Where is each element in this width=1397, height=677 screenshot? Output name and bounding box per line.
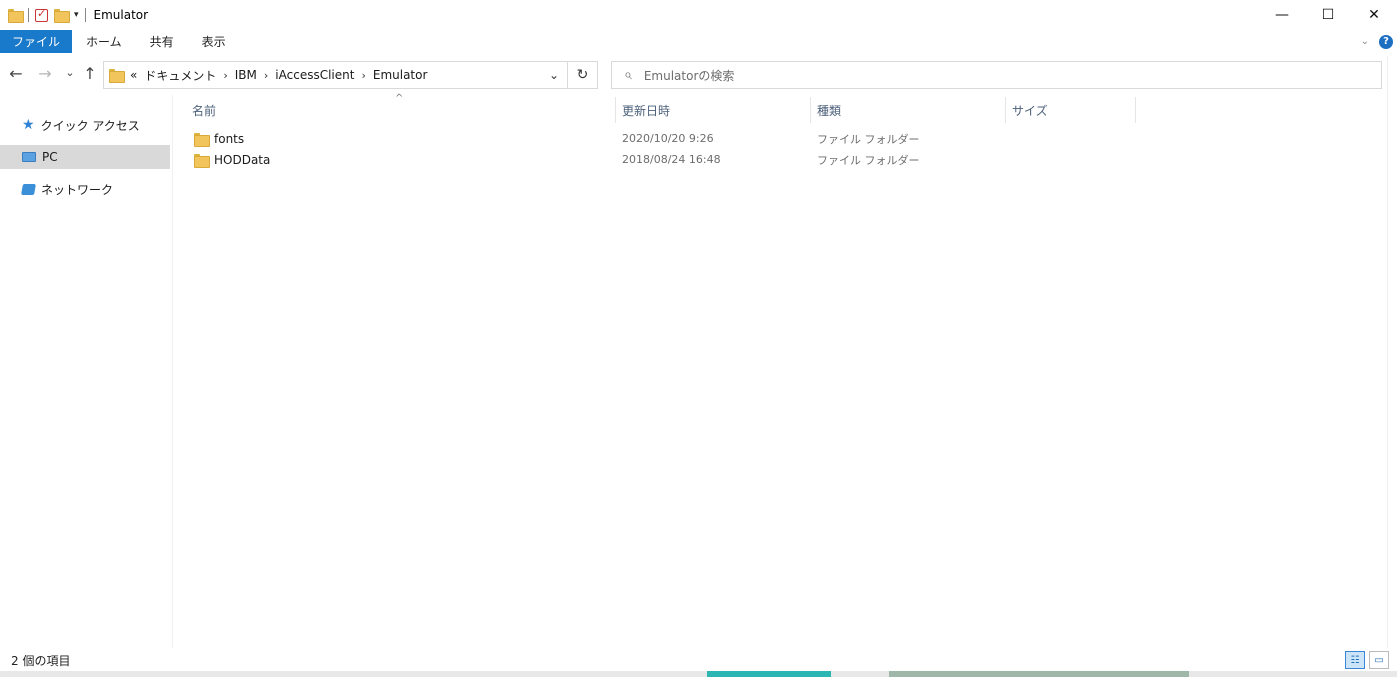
search-placeholder: Emulatorの検索 (643, 68, 735, 83)
file-modified: 2018/08/24 16:48 (622, 153, 721, 166)
title-bar: ▾ Emulator — ☐ ✕ (0, 0, 1397, 30)
qat-divider (84, 8, 86, 22)
address-row: ← → ⌄ ↑ « ドキュメント › IBM › iAccessClient ›… (0, 56, 1397, 92)
breadcrumb-separator-icon[interactable]: › (223, 69, 227, 82)
breadcrumb-iaccessclient[interactable]: iAccessClient (275, 68, 354, 82)
tab-file[interactable]: ファイル (0, 30, 73, 53)
help-icon[interactable]: ? (1379, 34, 1393, 49)
back-button[interactable]: ← (6, 64, 26, 83)
breadcrumb-ibm[interactable]: IBM (235, 68, 257, 82)
background-window-peek (0, 671, 1397, 677)
breadcrumb-emulator[interactable]: Emulator (373, 68, 428, 82)
refresh-button[interactable]: ↻ (567, 62, 597, 88)
large-icons-view-icon[interactable]: ▭ (1369, 651, 1389, 669)
recent-locations-icon[interactable]: ⌄ (60, 66, 80, 79)
qat-divider (28, 8, 29, 22)
nav-item-label: ネットワーク (41, 182, 114, 197)
column-header-size[interactable]: サイズ (1006, 97, 1136, 123)
nav-item-label: クイック アクセス (40, 118, 140, 133)
app-folder-icon[interactable] (8, 9, 24, 23)
search-icon: ⌕ (624, 67, 632, 83)
breadcrumb-documents[interactable]: ドキュメント (144, 67, 216, 84)
maximize-button[interactable]: ☐ (1305, 0, 1351, 30)
column-header-modified[interactable]: 更新日時 (616, 97, 811, 123)
nav-item-network[interactable]: ネットワーク (0, 177, 170, 201)
location-folder-icon (109, 69, 125, 83)
breadcrumb-separator-icon[interactable]: › (264, 69, 268, 82)
column-header-name[interactable]: 名前 (186, 97, 616, 123)
minimize-button[interactable]: — (1259, 0, 1305, 30)
nav-item-label: PC (42, 150, 58, 164)
file-name: fonts (214, 131, 245, 146)
tab-view[interactable]: 表示 (188, 30, 240, 53)
new-folder-icon[interactable] (54, 9, 70, 23)
up-button[interactable]: ↑ (80, 64, 100, 83)
navigation-pane: ★ クイック アクセス PC ネットワーク (0, 95, 173, 648)
file-modified: 2020/10/20 9:26 (622, 132, 714, 145)
address-dropdown-icon[interactable]: ⌄ (541, 62, 567, 88)
file-type: ファイル フォルダー (817, 132, 920, 146)
close-button[interactable]: ✕ (1351, 0, 1397, 30)
star-icon: ★ (22, 117, 35, 133)
file-row[interactable]: fonts 2020/10/20 9:26 ファイル フォルダー (190, 128, 1290, 149)
folder-icon (194, 132, 210, 147)
file-row[interactable]: HODData 2018/08/24 16:48 ファイル フォルダー (190, 149, 1290, 170)
pc-icon (22, 152, 36, 162)
window-right-edge (1387, 56, 1397, 648)
search-input[interactable]: ⌕ Emulatorの検索 (611, 61, 1382, 89)
address-bar[interactable]: « ドキュメント › IBM › iAccessClient › Emulato… (103, 61, 598, 89)
file-type: ファイル フォルダー (817, 153, 920, 167)
properties-icon[interactable] (35, 7, 48, 22)
tab-home[interactable]: ホーム (72, 30, 136, 53)
forward-button[interactable]: → (35, 64, 55, 83)
expand-ribbon-icon[interactable]: ⌄ (1361, 36, 1369, 47)
nav-item-pc[interactable]: PC (0, 145, 170, 169)
ribbon-tabs: ファイル ホーム 共有 表示 ⌄ ? (0, 30, 1397, 53)
quick-access-toolbar: ▾ (0, 0, 86, 30)
file-list: ^ 名前 更新日時 種類 サイズ fonts 2020/10/20 9:26 フ… (174, 93, 1387, 648)
customize-qat-icon[interactable]: ▾ (74, 10, 79, 20)
window-title: Emulator (93, 8, 149, 22)
column-header-type[interactable]: 種類 (811, 97, 1006, 123)
network-icon (21, 183, 36, 195)
status-bar: 2 個の項目 ☷ ▭ (0, 649, 1397, 671)
file-name: HODData (214, 152, 271, 167)
folder-icon (194, 153, 210, 168)
breadcrumb-separator-icon[interactable]: › (361, 69, 365, 82)
breadcrumb-overflow[interactable]: « (130, 68, 137, 82)
item-count: 2 個の項目 (11, 653, 71, 668)
nav-item-quick-access[interactable]: ★ クイック アクセス (0, 113, 170, 137)
tab-share[interactable]: 共有 (136, 30, 188, 53)
details-view-icon[interactable]: ☷ (1345, 651, 1365, 669)
